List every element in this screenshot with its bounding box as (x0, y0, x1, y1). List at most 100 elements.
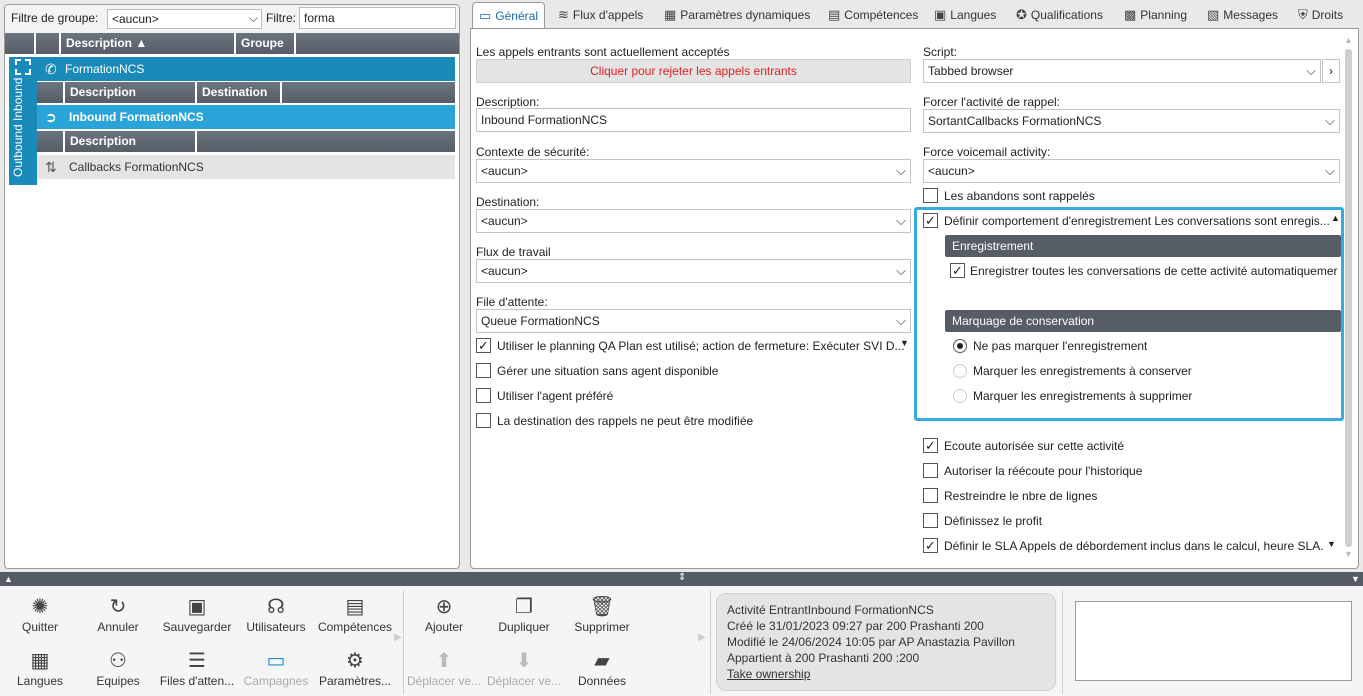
define-recording-checkbox[interactable]: ✓ (923, 213, 938, 228)
abandons-label: Les abandons sont rappelés (944, 189, 1095, 203)
force-callback-select[interactable]: SortantCallbacks FormationNCS ⌵ (923, 109, 1340, 133)
scroll-up-icon[interactable]: ▲ (1344, 35, 1353, 45)
list-item[interactable]: ⇅ Callbacks FormationNCS (37, 155, 455, 179)
abandons-checkbox[interactable] (923, 188, 938, 203)
mark-none-radio[interactable] (953, 339, 967, 353)
headset-icon: ☊ (267, 596, 285, 618)
chevron-right-icon: › (1329, 64, 1333, 78)
add-button[interactable]: ⊕ Ajouter (404, 594, 484, 634)
teams-button[interactable]: ⚇ Equipes (78, 648, 158, 688)
collapse-up-icon[interactable]: ▲ (4, 574, 13, 584)
grid-header: Description ▲ Groupe (5, 33, 459, 54)
sub2-grid-header: Description (37, 131, 455, 152)
data-button[interactable]: ▰ Données (562, 648, 642, 688)
quit-button[interactable]: ✺ Quitter (0, 594, 80, 634)
mark-none-label: Ne pas marquer l'enregistrement (973, 339, 1148, 353)
splitter-bar[interactable]: ▲ ⇕ ▼ (0, 572, 1363, 586)
define-profile-label: Définissez le profit (944, 514, 1043, 528)
skills-button[interactable]: ▤ Compétences (315, 594, 395, 634)
campaign-icon: ▭ (266, 650, 286, 672)
grid-header-group[interactable]: Groupe (236, 33, 296, 54)
caret-down-icon[interactable]: ▼ (900, 338, 909, 348)
destination-select[interactable]: <aucun> ⌵ (476, 209, 911, 233)
scroll-down-icon[interactable]: ▼ (1344, 549, 1353, 559)
vertical-scrollbar[interactable] (1345, 49, 1352, 547)
data-folder-icon: ▰ (594, 650, 610, 672)
general-tab-panel: Les appels entrants sont actuellement ac… (470, 28, 1359, 569)
use-planning-checkbox[interactable]: ✓ (476, 338, 491, 353)
grid-header-expander (5, 33, 36, 54)
duplicate-button[interactable]: ❐ Dupliquer (484, 594, 564, 634)
list-item-selected[interactable]: ➲ Inbound FormationNCS (37, 105, 455, 129)
queue-label: File d'attente: (476, 295, 548, 309)
list-item[interactable]: ✆ FormationNCS (37, 57, 455, 81)
tab-planning[interactable]: ▩ Planning (1118, 2, 1193, 28)
mark-delete-radio[interactable] (953, 389, 967, 403)
callback-dest-label: La destination des rappels ne peut être … (497, 414, 754, 428)
relisten-checkbox[interactable] (923, 463, 938, 478)
callback-dest-checkbox[interactable] (476, 413, 491, 428)
restrict-lines-checkbox[interactable] (923, 488, 938, 503)
tab-rights[interactable]: ⛨ Droits (1292, 2, 1349, 28)
no-agent-label: Gérer une situation sans agent disponibl… (497, 364, 719, 378)
caret-up-icon[interactable]: ▲ (1331, 213, 1340, 223)
save-button[interactable]: ▣ Sauvegarder (157, 594, 237, 634)
chevron-down-icon: ⌵ (248, 11, 258, 25)
duplicate-icon: ❐ (515, 596, 533, 618)
sub-grid-header-destination[interactable]: Destination (197, 82, 282, 103)
move-down-button[interactable]: ⬇ Déplacer ve... (484, 648, 564, 688)
notes-area[interactable] (1075, 601, 1352, 681)
move-up-button[interactable]: ⬆ Déplacer ve... (404, 648, 484, 688)
force-voicemail-select[interactable]: <aucun> ⌵ (923, 159, 1340, 183)
script-select[interactable]: Tabbed browser ⌵ (923, 59, 1321, 83)
define-profile-checkbox[interactable] (923, 513, 938, 528)
group-side-bar[interactable]: Outbound Inbound (9, 57, 37, 185)
destination-label: Destination: (476, 195, 540, 209)
tab-languages[interactable]: ▣ Langues (928, 2, 1002, 28)
preferred-agent-checkbox[interactable] (476, 388, 491, 403)
mark-keep-radio[interactable] (953, 364, 967, 378)
text-filter-label: Filtre: (266, 11, 296, 25)
params-button[interactable]: ⚙ Paramètres... (315, 648, 395, 688)
cancel-button[interactable]: ↻ Annuler (78, 594, 158, 634)
group-filter-label: Filtre de groupe: (11, 11, 99, 25)
security-select[interactable]: <aucun> ⌵ (476, 159, 911, 183)
tab-call-flow[interactable]: ≋ Flux d'appels (552, 2, 649, 28)
tab-qualifications[interactable]: ✪ Qualifications (1010, 2, 1109, 28)
reject-calls-button[interactable]: Cliquer pour rejeter les appels entrants (476, 59, 911, 83)
take-ownership-link[interactable]: Take ownership (727, 667, 810, 681)
listen-checkbox[interactable]: ✓ (923, 438, 938, 453)
tab-skills[interactable]: ▤ Compétences (822, 2, 924, 28)
resize-icon[interactable]: ⇕ (678, 572, 686, 583)
tab-dynamic-params[interactable]: ▦ Paramètres dynamiques (658, 2, 816, 28)
record-all-checkbox[interactable]: ✓ (950, 263, 965, 278)
group-filter-select[interactable]: <aucun> ⌵ (107, 9, 262, 29)
queue-select[interactable]: Queue FormationNCS ⌵ (476, 309, 911, 333)
workflow-select[interactable]: <aucun> ⌵ (476, 259, 911, 283)
script-label: Script: (923, 45, 958, 59)
grid-header-description[interactable]: Description ▲ (61, 33, 236, 54)
languages-button[interactable]: ▦ Langues (0, 648, 80, 688)
define-sla-checkbox[interactable]: ✓ (923, 538, 938, 553)
sub-grid-header-description[interactable]: Description (65, 82, 197, 103)
caret-down-icon[interactable]: ▼ (1327, 539, 1336, 549)
delete-button[interactable]: 🗑 Supprimer (562, 594, 642, 634)
no-agent-checkbox[interactable] (476, 363, 491, 378)
chevron-right-icon: ▶ (394, 632, 402, 643)
queues-button[interactable]: ☰ Files d'atten... (157, 648, 237, 688)
phone-icon: ✆ (45, 61, 57, 77)
group-filter-value: <aucun> (112, 12, 159, 26)
description-input[interactable]: Inbound FormationNCS (476, 108, 911, 132)
script-open-button[interactable]: › (1322, 59, 1340, 83)
calendar-icon: ▩ (1124, 7, 1137, 22)
collapse-down-icon[interactable]: ▼ (1351, 574, 1360, 584)
tab-messages[interactable]: ▧ Messages (1201, 2, 1284, 28)
recording-section-header: Enregistrement (945, 235, 1341, 257)
tab-general[interactable]: ▭ Général (472, 2, 545, 29)
skills-icon: ▤ (345, 596, 365, 618)
sub2-grid-header-description[interactable]: Description (65, 131, 197, 152)
text-filter-input[interactable]: forma (299, 7, 456, 29)
users-button[interactable]: ☊ Utilisateurs (236, 594, 316, 634)
campaigns-button[interactable]: ▭ Campagnes (236, 648, 316, 688)
relisten-label: Autoriser la réécoute pour l'historique (944, 464, 1143, 478)
